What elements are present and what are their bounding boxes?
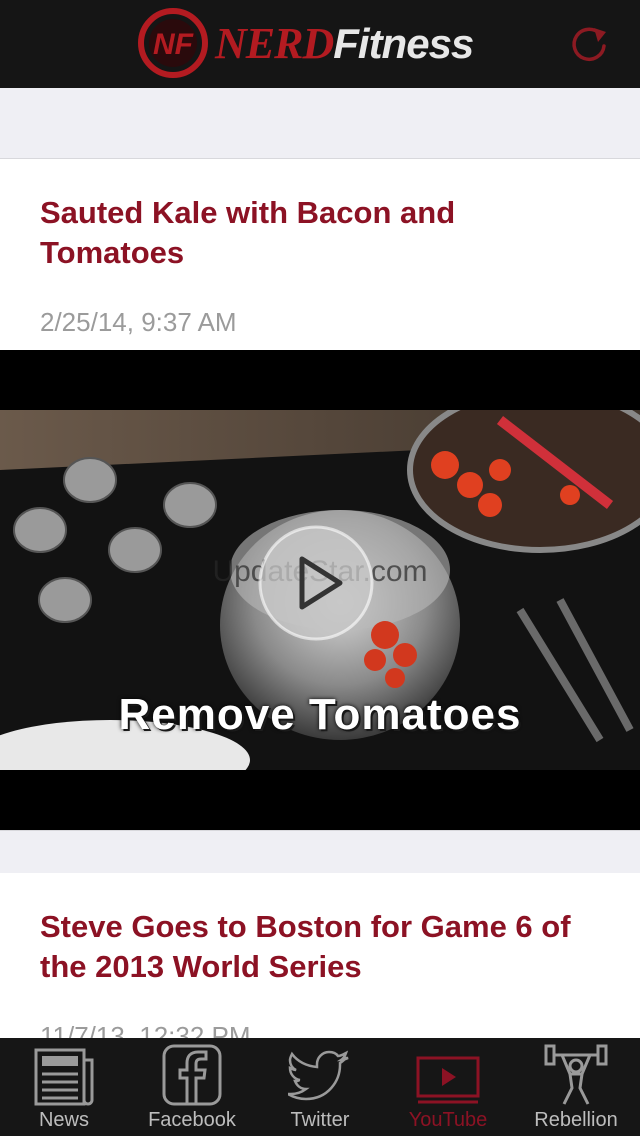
facebook-icon [162, 1044, 222, 1106]
post-title[interactable]: Steve Goes to Boston for Game 6 of the 2… [40, 907, 600, 987]
tab-twitter[interactable]: Twitter [256, 1038, 384, 1136]
tab-label: Twitter [290, 1109, 350, 1131]
tab-youtube[interactable]: YouTube [384, 1038, 512, 1136]
weightlifter-icon [544, 1044, 608, 1105]
tab-facebook[interactable]: Facebook [128, 1038, 256, 1136]
post-date: 2/25/14, 9:37 AM [40, 307, 237, 337]
tab-rebellion[interactable]: Rebellion [512, 1038, 640, 1136]
video-thumbnail[interactable]: UpdateStar.com Remove Tomatoes [0, 350, 640, 830]
nerd-fitness-logo: NF Nerd Fitness [137, 6, 474, 80]
nf-badge-icon: NF [138, 8, 208, 78]
app-header: NF Nerd Fitness [0, 0, 640, 88]
list-separator [0, 830, 640, 874]
play-icon[interactable] [256, 523, 376, 643]
logo-nerd-text: Nerd [215, 18, 334, 68]
post-card[interactable]: Sauted Kale with Bacon and Tomatoes 2/25… [0, 159, 640, 350]
refresh-icon[interactable] [568, 22, 612, 66]
video-caption: Remove Tomatoes [118, 690, 522, 739]
list-top-spacer [0, 88, 640, 159]
tab-label: YouTube [408, 1109, 488, 1131]
tab-bar: News Facebook Twitter YouTube Rebellion [0, 1038, 640, 1136]
svg-text:NF: NF [153, 28, 194, 61]
newspaper-icon [34, 1048, 94, 1106]
tab-label: News [38, 1109, 89, 1131]
post-card[interactable]: Steve Goes to Boston for Game 6 of the 2… [0, 873, 640, 1051]
logo-fitness-text: Fitness [333, 19, 474, 67]
tab-label: Rebellion [534, 1109, 618, 1131]
tab-news[interactable]: News [0, 1038, 128, 1136]
tab-label: Facebook [148, 1109, 236, 1131]
twitter-icon [288, 1050, 349, 1101]
logo-wordmark: Nerd Fitness [215, 18, 474, 69]
post-title[interactable]: Sauted Kale with Bacon and Tomatoes [40, 193, 600, 273]
youtube-icon [416, 1056, 480, 1104]
